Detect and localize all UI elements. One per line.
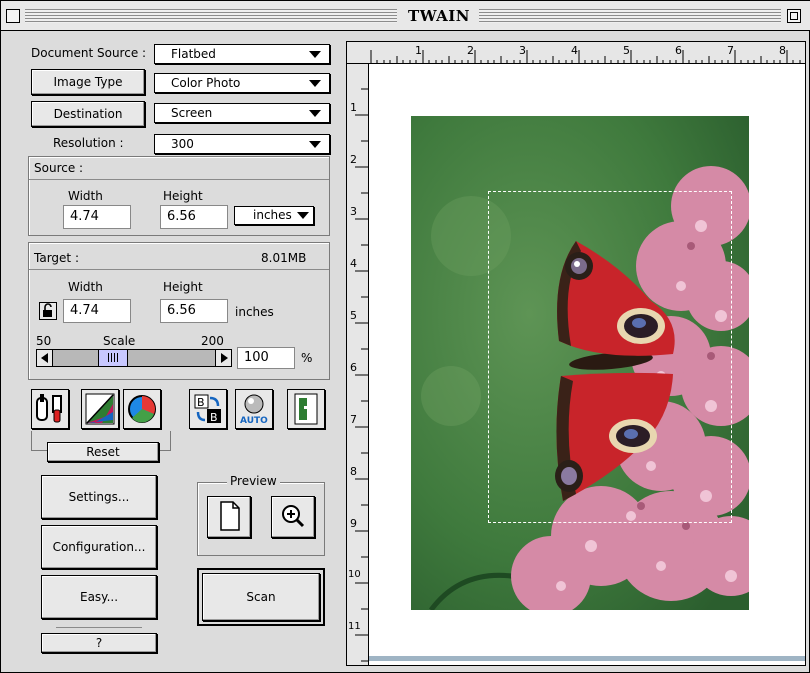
target-width-label: Width: [68, 280, 103, 294]
image-type-button[interactable]: Image Type: [31, 69, 145, 95]
scale-value-field[interactable]: 100: [237, 347, 295, 369]
divider: [56, 627, 142, 628]
image-type-popup[interactable]: Color Photo: [154, 73, 330, 93]
ruler-label: 8: [779, 44, 786, 57]
reset-button[interactable]: Reset: [47, 442, 159, 462]
settings-button[interactable]: Settings...: [41, 475, 157, 519]
ruler-horizontal: 1 2 3 4 5 6 7 8: [347, 42, 805, 64]
source-units-value: inches: [253, 208, 292, 222]
chevron-down-icon: [297, 212, 309, 219]
preview-page-button[interactable]: [207, 496, 251, 538]
scale-min-label: 50: [36, 334, 52, 348]
source-height-field[interactable]: 6.56: [160, 205, 228, 229]
destination-button[interactable]: Destination: [31, 101, 145, 127]
black-white-icon[interactable]: B B: [189, 389, 227, 429]
zoom-box-icon[interactable]: [787, 9, 801, 23]
ruler-label: 2: [350, 153, 357, 166]
close-box-icon[interactable]: [6, 9, 20, 23]
ruler-label: 7: [727, 44, 734, 57]
source-height-label: Height: [163, 189, 203, 203]
resolution-label: Resolution :: [53, 136, 124, 150]
configuration-button[interactable]: Configuration...: [41, 525, 157, 569]
auto-icon[interactable]: AUTO: [235, 389, 273, 429]
source-width-field[interactable]: 4.74: [63, 205, 131, 229]
chevron-down-icon: [309, 51, 321, 58]
preview-label: Preview: [227, 474, 280, 488]
ruler-label: 1: [350, 101, 357, 114]
ruler-label: 6: [675, 44, 682, 57]
crop-selection[interactable]: [488, 191, 732, 523]
document-source-popup[interactable]: Flatbed: [154, 44, 330, 64]
ruler-label: 5: [623, 44, 630, 57]
ruler-label: 2: [467, 44, 474, 57]
divider: [29, 179, 329, 180]
easy-button[interactable]: Easy...: [41, 575, 157, 619]
source-width-label: Width: [68, 189, 103, 203]
target-units-label: inches: [235, 305, 274, 319]
source-heading: Source :: [34, 161, 84, 175]
twain-window: TWAIN Document Source : Flatbed Image Ty…: [0, 0, 810, 673]
scan-button[interactable]: Scan: [202, 573, 320, 621]
ruler-label: 7: [350, 413, 357, 426]
exit-icon[interactable]: [287, 389, 325, 429]
source-units-popup[interactable]: inches: [234, 206, 314, 225]
lock-icon[interactable]: [39, 302, 57, 320]
destination-value: Screen: [171, 106, 213, 120]
help-button[interactable]: ?: [41, 633, 157, 653]
ruler-label: 4: [571, 44, 578, 57]
document-source-value: Flatbed: [171, 47, 216, 61]
scale-slider[interactable]: [36, 349, 232, 367]
scan-bed-edge: [369, 656, 805, 661]
svg-text:B: B: [210, 411, 218, 424]
ruler-label: 1: [415, 44, 422, 57]
window-title: TWAIN: [408, 7, 470, 25]
resolution-popup[interactable]: 300: [154, 134, 330, 154]
chevron-down-icon: [309, 141, 321, 148]
auto-label: AUTO: [240, 416, 268, 426]
levels-icon[interactable]: [81, 389, 119, 429]
title-bar[interactable]: TWAIN: [1, 1, 810, 31]
divider: [29, 269, 329, 270]
ruler-label: 9: [350, 517, 357, 530]
target-width-field[interactable]: 4.74: [63, 299, 131, 323]
image-type-value: Color Photo: [171, 76, 241, 90]
page-icon: [220, 501, 240, 531]
scale-max-label: 200: [201, 334, 224, 348]
ruler-label: 11: [348, 621, 361, 632]
ruler-label: 10: [348, 569, 361, 580]
target-height-field[interactable]: 6.56: [160, 299, 228, 323]
title-bar-stripes: [25, 9, 397, 23]
tools-icon[interactable]: [31, 389, 69, 429]
scale-slider-thumb[interactable]: [98, 350, 128, 366]
preview-zoom-button[interactable]: [271, 496, 315, 538]
target-size: 8.01MB: [261, 251, 307, 265]
resolution-value: 300: [171, 137, 194, 151]
document-source-label: Document Source :: [31, 46, 147, 60]
ruler-label: 8: [350, 465, 357, 478]
color-wheel-icon[interactable]: [123, 389, 161, 429]
target-height-label: Height: [163, 280, 203, 294]
svg-text:B: B: [197, 396, 205, 409]
scroll-right-arrow-icon[interactable]: [215, 350, 231, 366]
ruler-label: 3: [350, 205, 357, 218]
ruler-label: 4: [350, 257, 357, 270]
magnifier-icon: [282, 505, 305, 528]
target-heading: Target :: [34, 251, 79, 265]
scroll-left-arrow-icon[interactable]: [37, 350, 53, 366]
ruler-vertical: 1 2 3 4 5 6 7 8 9 10 11: [347, 64, 369, 665]
preview-area[interactable]: 1 2 3 4 5 6 7 8 1 2 3 4 5 6 7 8 9 10 11: [346, 41, 806, 666]
chevron-down-icon: [309, 110, 321, 117]
scale-label: Scale: [103, 334, 136, 348]
chevron-down-icon: [309, 80, 321, 87]
percent-label: %: [301, 351, 313, 365]
ruler-label: 6: [350, 361, 357, 374]
destination-popup[interactable]: Screen: [154, 103, 330, 123]
ruler-label: 3: [519, 44, 526, 57]
title-bar-stripes: [479, 9, 781, 23]
ruler-label: 5: [350, 309, 357, 322]
